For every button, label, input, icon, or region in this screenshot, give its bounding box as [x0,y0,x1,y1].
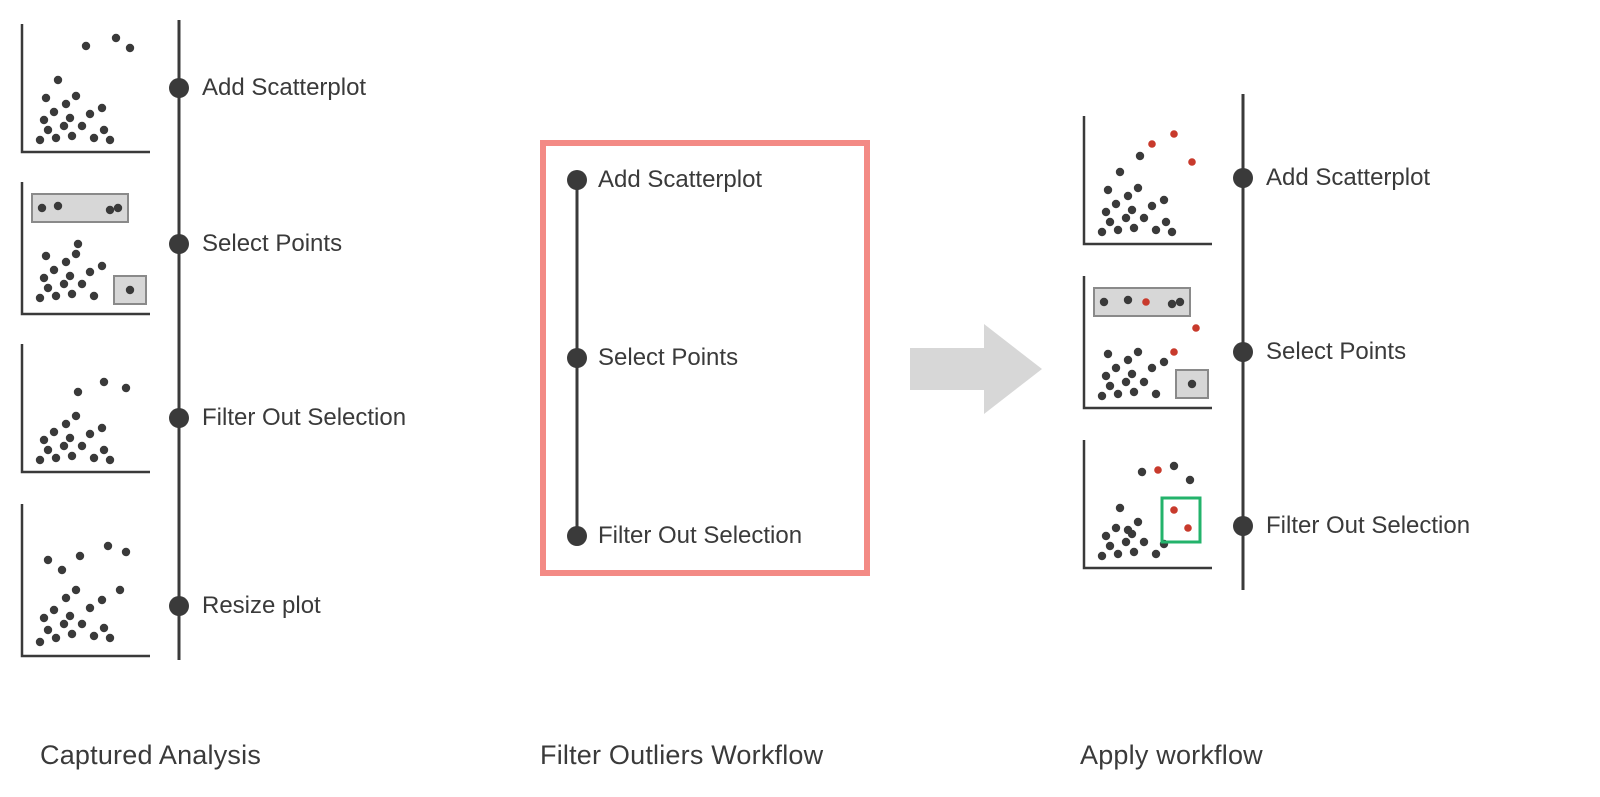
caption-left: Captured Analysis [40,740,261,771]
thumb-right-3 [1080,436,1216,572]
thumb-left-4 [18,500,154,660]
left-step-2: Select Points [202,230,342,258]
caption-right: Apply workflow [1080,740,1263,771]
left-step-4: Resize plot [202,592,321,620]
timeline-right [1228,94,1258,590]
diagram-canvas: Add Scatterplot Select Points Filter Out… [0,0,1600,797]
timeline-center [562,168,592,548]
left-step-3: Filter Out Selection [202,404,406,432]
right-step-2: Select Points [1266,338,1406,366]
thumb-left-2 [18,178,154,318]
left-step-1: Add Scatterplot [202,74,366,102]
right-step-1: Add Scatterplot [1266,164,1430,192]
thumb-right-2 [1080,272,1216,412]
caption-center: Filter Outliers Workflow [540,740,823,771]
arrow-right-icon [910,314,1046,424]
center-step-3: Filter Out Selection [598,522,802,550]
thumb-right-1 [1080,112,1216,248]
center-step-2: Select Points [598,344,738,372]
thumb-left-1 [18,20,154,156]
timeline-left [164,20,194,660]
thumb-left-3 [18,340,154,476]
center-step-1: Add Scatterplot [598,166,762,194]
right-step-3: Filter Out Selection [1266,512,1470,540]
